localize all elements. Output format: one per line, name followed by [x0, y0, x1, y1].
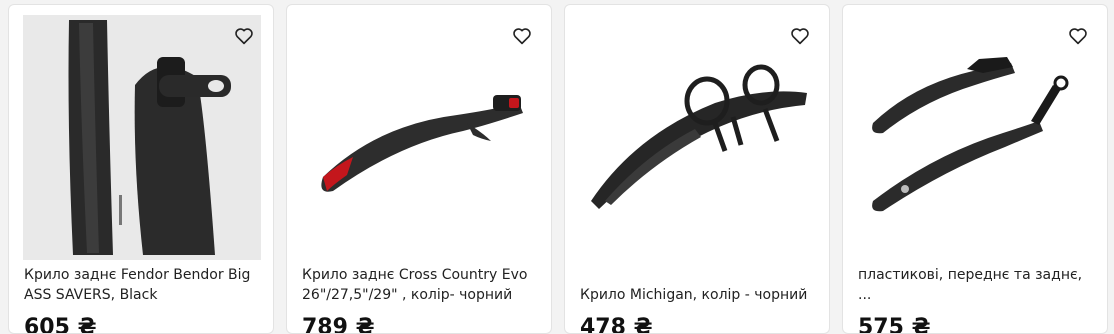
product-card[interactable]: Крило заднє Cross Country Evo 26"/27,5"/… [286, 4, 552, 334]
product-title[interactable]: Крило заднє Cross Country Evo 26"/27,5"/… [302, 263, 542, 305]
favorite-heart-icon[interactable] [785, 21, 815, 51]
product-price: 478 ₴ [580, 315, 653, 334]
product-price: 789 ₴ [302, 315, 375, 334]
product-price: 575 ₴ [858, 315, 931, 334]
product-title[interactable]: Крило заднє Fendor Bendor Big ASS SAVERS… [24, 263, 264, 305]
product-title[interactable]: Крило Michigan, колір - чорний [580, 263, 820, 305]
product-card[interactable]: Комплект велосипедних крил, пластикові, … [842, 4, 1108, 334]
favorite-heart-icon[interactable] [1063, 21, 1093, 51]
product-grid: Крило заднє Fendor Bendor Big ASS SAVERS… [0, 0, 1114, 334]
product-price: 605 ₴ [24, 315, 97, 334]
product-title[interactable]: Комплект велосипедних крил, пластикові, … [858, 263, 1098, 305]
favorite-heart-icon[interactable] [507, 21, 537, 51]
product-card[interactable]: Крило заднє Fendor Bendor Big ASS SAVERS… [8, 4, 274, 334]
product-card[interactable]: Крило Michigan, колір - чорний 478 ₴ [564, 4, 830, 334]
favorite-heart-icon[interactable] [229, 21, 259, 51]
